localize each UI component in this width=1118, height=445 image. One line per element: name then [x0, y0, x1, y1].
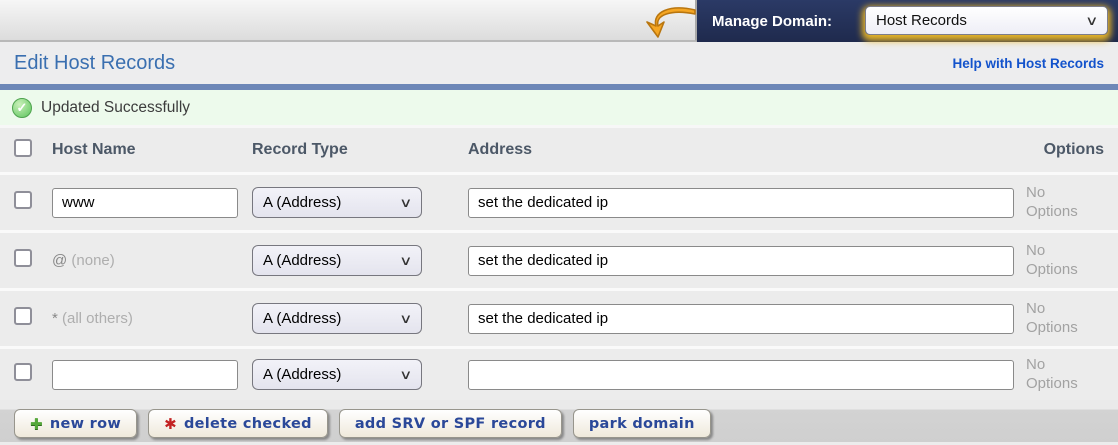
park-domain-button-label: park domain [589, 416, 695, 432]
record-type-value: A (Address) [263, 252, 341, 269]
manage-domain-select-value: Host Records [876, 12, 967, 29]
chevron-down-icon: ∨ [1086, 13, 1099, 29]
record-type-select[interactable]: A (Address) ∨ [252, 359, 422, 390]
record-type-value: A (Address) [263, 194, 341, 211]
record-type-value: A (Address) [263, 310, 341, 327]
manage-domain-label: Manage Domain: [712, 0, 832, 42]
success-check-icon: ✓ [12, 98, 32, 118]
record-type-select[interactable]: A (Address) ∨ [252, 303, 422, 334]
park-domain-button[interactable]: park domain [573, 409, 711, 438]
help-link[interactable]: Help with Host Records [952, 56, 1104, 71]
nav-left-panel [0, 0, 697, 42]
new-row-button[interactable]: ✚ new row [14, 409, 137, 438]
table-row: A (Address) ∨ No Options [0, 349, 1118, 400]
row-checkbox[interactable] [14, 249, 32, 267]
add-srv-spf-button-label: add SRV or SPF record [355, 416, 546, 432]
status-message: Updated Successfully [41, 99, 190, 117]
host-name-input[interactable] [52, 360, 238, 390]
chevron-down-icon: ∨ [400, 253, 413, 269]
record-type-select[interactable]: A (Address) ∨ [252, 245, 422, 276]
address-input[interactable] [468, 188, 1014, 218]
column-header-host-name: Host Name [52, 141, 252, 159]
address-input[interactable] [468, 304, 1014, 334]
host-name-input[interactable] [52, 188, 238, 218]
column-header-record-type: Record Type [252, 141, 468, 159]
table-header-row: Host Name Record Type Address Options [0, 128, 1118, 175]
chevron-down-icon: ∨ [400, 195, 413, 211]
address-input[interactable] [468, 360, 1014, 390]
plus-icon: ✚ [30, 415, 43, 433]
page-title: Edit Host Records [14, 52, 175, 75]
delete-checked-button-label: delete checked [184, 416, 312, 432]
row-checkbox[interactable] [14, 191, 32, 209]
manage-domain-select[interactable]: Host Records ∨ [865, 6, 1108, 35]
row-checkbox[interactable] [14, 363, 32, 381]
host-name-note: (none) [71, 252, 114, 269]
delete-checked-button[interactable]: ✱ delete checked [148, 409, 328, 438]
delete-asterisk-icon: ✱ [164, 415, 177, 433]
row-options-text: No Options [1026, 300, 1098, 338]
table-row: * (all others) A (Address) ∨ No Options [0, 291, 1118, 349]
status-message-bar: ✓ Updated Successfully [0, 90, 1118, 128]
record-type-value: A (Address) [263, 366, 341, 383]
title-bar: Edit Host Records Help with Host Records [0, 42, 1118, 84]
chevron-down-icon: ∨ [400, 311, 413, 327]
host-name-label: * [52, 310, 58, 327]
row-checkbox[interactable] [14, 307, 32, 325]
top-nav-bar: Manage Domain: Host Records ∨ [0, 0, 1118, 42]
table-row: A (Address) ∨ No Options [0, 175, 1118, 233]
row-options-text: No Options [1026, 242, 1098, 280]
manage-domain-arrow-icon [638, 3, 700, 41]
chevron-down-icon: ∨ [400, 367, 413, 383]
add-srv-spf-button[interactable]: add SRV or SPF record [339, 409, 562, 438]
action-button-bar: ✚ new row ✱ delete checked add SRV or SP… [0, 400, 1118, 442]
select-all-checkbox[interactable] [14, 139, 32, 157]
table-row: @ (none) A (Address) ∨ No Options [0, 233, 1118, 291]
host-name-label: @ [52, 252, 67, 269]
host-name-note: (all others) [62, 310, 133, 327]
record-type-select[interactable]: A (Address) ∨ [252, 187, 422, 218]
column-header-address: Address [468, 141, 1026, 159]
new-row-button-label: new row [50, 416, 121, 432]
row-options-text: No Options [1026, 184, 1098, 222]
column-header-options: Options [1026, 141, 1118, 159]
row-options-text: No Options [1026, 356, 1098, 394]
address-input[interactable] [468, 246, 1014, 276]
